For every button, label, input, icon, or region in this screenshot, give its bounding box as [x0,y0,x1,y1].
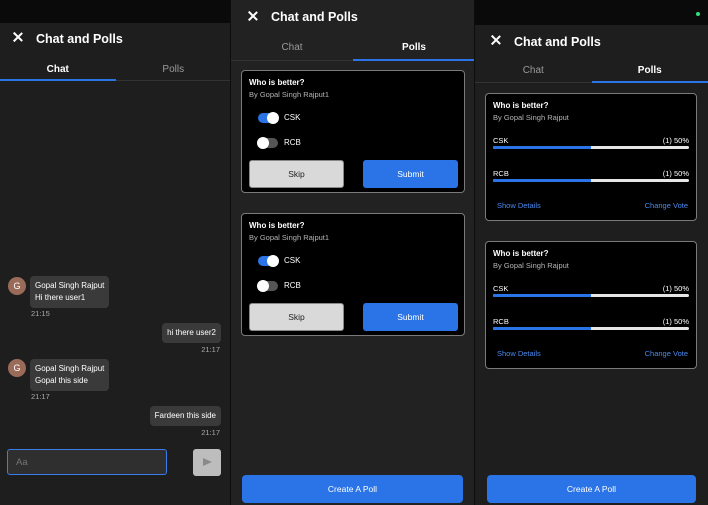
polls-vote-panel: Chat and Polls Chat Polls Who is better?… [231,0,475,505]
message-text: Gopal this side [35,376,88,385]
result-row: RCB (1) 50% [493,169,689,183]
skip-button[interactable]: Skip [249,303,344,331]
option-label: RCB [284,281,301,290]
message-input[interactable] [7,449,167,475]
avatar: G [8,359,26,377]
submit-button[interactable]: Submit [363,160,458,188]
message-time: 21:17 [201,428,220,437]
tab-polls[interactable]: Polls [591,58,708,83]
message-sender: Gopal Singh Rajput [35,281,105,290]
result-bar [493,294,689,297]
message-sender: Gopal Singh Rajput [35,364,105,373]
result-row: CSK (1) 50% [493,136,689,150]
chat-panel: Chat and Polls Chat Polls G Gopal Singh … [0,0,231,505]
result-count: (1) 50% [662,284,689,293]
header: Chat and Polls [231,0,475,33]
option-label: CSK [284,113,301,122]
page-title: Chat and Polls [271,10,358,24]
tab-chat[interactable]: Chat [475,58,592,82]
result-bar [493,146,689,149]
status-dot [696,12,700,16]
message-time: 21:17 [31,392,50,401]
tab-bar: Chat Polls [475,58,708,83]
result-label: RCB [493,317,509,326]
header: Chat and Polls [475,25,708,58]
poll-author: By Gopal Singh Rajput1 [249,233,330,242]
poll-result-card: Who is better? By Gopal Singh Rajput CSK… [485,93,697,221]
result-label: CSK [493,136,509,145]
result-bar [493,327,689,330]
message-time: 21:17 [201,345,220,354]
poll-author: By Gopal Singh Rajput [493,113,569,122]
poll-question: Who is better? [493,249,549,258]
message-bubble-own: Fardeen this side [149,406,221,426]
show-details-link[interactable]: Show Details [497,201,541,210]
poll-card: Who is better? By Gopal Singh Rajput1 CS… [241,70,465,193]
option-toggle[interactable] [257,280,278,292]
change-vote-link[interactable]: Change Vote [645,201,688,210]
tab-bar: Chat Polls [231,33,475,61]
tab-chat[interactable]: Chat [231,33,353,60]
create-poll-button[interactable]: Create A Poll [242,475,463,503]
polls-result-panel: Chat and Polls Chat Polls Who is better?… [475,0,708,505]
show-details-link[interactable]: Show Details [497,349,541,358]
close-icon[interactable] [489,34,503,48]
status-bar [0,0,231,23]
skip-button[interactable]: Skip [249,160,344,188]
message-bubble: Gopal Singh Rajput Gopal this side [30,359,110,391]
poll-question: Who is better? [493,101,549,110]
message-bubble: Gopal Singh Rajput Hi there user1 [30,276,110,308]
poll-question: Who is better? [249,221,305,230]
result-count: (1) 50% [662,317,689,326]
tab-polls[interactable]: Polls [116,57,232,80]
page-title: Chat and Polls [514,35,601,49]
option-toggle[interactable] [258,112,279,124]
message-text: Fardeen this side [154,411,216,420]
poll-result-card: Who is better? By Gopal Singh Rajput CSK… [485,241,697,369]
poll-card: Who is better? By Gopal Singh Rajput1 CS… [241,213,465,336]
poll-question: Who is better? [249,78,305,87]
result-row: CSK (1) 50% [493,284,689,298]
option-toggle[interactable] [258,255,279,267]
option-toggle[interactable] [257,137,278,149]
result-count: (1) 50% [662,169,689,178]
result-count: (1) 50% [662,136,689,145]
change-vote-link[interactable]: Change Vote [645,349,688,358]
avatar: G [8,277,26,295]
result-label: CSK [493,284,509,293]
create-poll-button[interactable]: Create A Poll [487,475,696,503]
close-icon[interactable] [11,31,25,45]
submit-button[interactable]: Submit [363,303,458,331]
close-icon[interactable] [246,10,260,24]
send-button[interactable] [193,449,221,476]
tab-bar: Chat Polls [0,57,231,81]
poll-author: By Gopal Singh Rajput [493,261,569,270]
tab-chat[interactable]: Chat [0,57,116,81]
message-text: Hi there user1 [35,293,86,302]
result-row: RCB (1) 50% [493,317,689,331]
message-text: hi there user2 [167,328,216,337]
poll-author: By Gopal Singh Rajput1 [249,90,330,99]
message-time: 21:15 [31,309,50,318]
message-bubble-own: hi there user2 [162,323,221,343]
header: Chat and Polls [0,23,231,57]
result-bar [493,179,689,182]
option-label: CSK [284,256,301,265]
status-bar [475,0,708,25]
page-title: Chat and Polls [36,32,123,46]
result-label: RCB [493,169,509,178]
send-icon [203,458,212,466]
tab-polls[interactable]: Polls [353,33,475,61]
option-label: RCB [284,138,301,147]
